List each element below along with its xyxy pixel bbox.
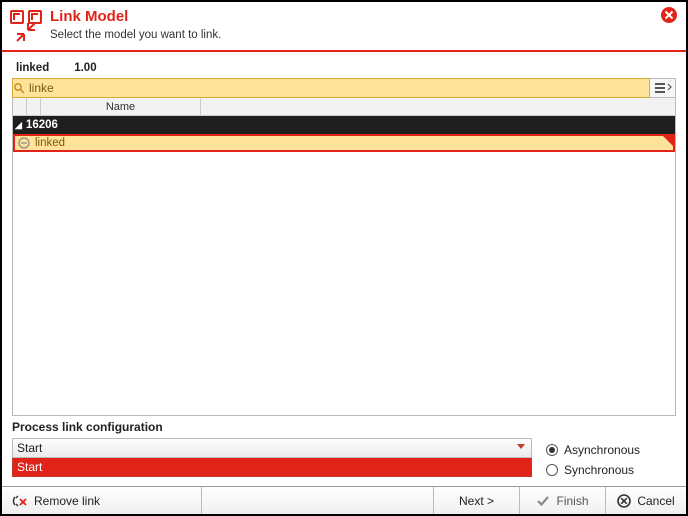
grid-group-row[interactable]: ◢ 16206 xyxy=(13,116,675,134)
next-button[interactable]: Next > xyxy=(434,487,520,514)
selection-info: linked 1.00 xyxy=(12,60,676,78)
cancel-icon xyxy=(617,494,631,508)
link-model-icon xyxy=(8,8,44,44)
radio-asynchronous[interactable]: Asynchronous xyxy=(546,440,676,460)
next-label: Next > xyxy=(459,494,494,508)
dialog-footer: Remove link Next > Finish Cancel xyxy=(2,486,686,514)
radio-label: Asynchronous xyxy=(564,443,640,457)
grid-header-spacer xyxy=(27,98,41,115)
model-icon xyxy=(17,136,31,150)
search-icon xyxy=(13,82,29,94)
combo-option-start[interactable]: Start xyxy=(12,457,532,477)
radio-icon xyxy=(546,444,558,456)
finish-label: Finish xyxy=(556,494,588,508)
close-button[interactable] xyxy=(660,6,678,24)
remove-link-label: Remove link xyxy=(34,494,100,508)
start-event-combo[interactable]: Start xyxy=(12,438,532,458)
chevron-down-icon xyxy=(517,444,525,449)
dialog-header: Link Model Select the model you want to … xyxy=(2,2,686,52)
grid-header: Name xyxy=(13,98,675,116)
dialog-title: Link Model xyxy=(50,8,221,26)
grid-header-spacer xyxy=(13,98,27,115)
combo-option-label: Start xyxy=(17,460,42,474)
model-grid: Name ◢ 16206 linked xyxy=(12,98,676,416)
radio-label: Synchronous xyxy=(564,463,634,477)
dialog-subtitle: Select the model you want to link. xyxy=(50,28,221,42)
link-model-dialog: Link Model Select the model you want to … xyxy=(0,0,688,516)
search-box[interactable] xyxy=(12,78,650,98)
radio-icon xyxy=(546,464,558,476)
config-title: Process link configuration xyxy=(12,420,676,434)
radio-synchronous[interactable]: Synchronous xyxy=(546,460,676,480)
check-icon xyxy=(536,495,550,507)
cancel-button[interactable]: Cancel xyxy=(606,487,686,514)
selection-version: 1.00 xyxy=(74,62,96,74)
cancel-label: Cancel xyxy=(637,494,674,508)
selection-name: linked xyxy=(16,62,71,74)
combo-value: Start xyxy=(17,441,42,455)
search-input[interactable] xyxy=(29,79,649,97)
finish-button[interactable]: Finish xyxy=(520,487,606,514)
grid-header-name[interactable]: Name xyxy=(41,98,201,115)
grid-row-selected[interactable]: linked xyxy=(13,134,675,152)
grid-row-name: linked xyxy=(35,137,65,149)
filter-options-button[interactable] xyxy=(650,78,676,98)
footer-spacer xyxy=(202,487,434,514)
remove-link-icon xyxy=(12,494,28,508)
collapse-icon: ◢ xyxy=(15,120,22,131)
grid-group-label: 16206 xyxy=(26,119,58,131)
remove-link-button[interactable]: Remove link xyxy=(2,487,202,514)
selection-corner-icon xyxy=(663,136,673,146)
